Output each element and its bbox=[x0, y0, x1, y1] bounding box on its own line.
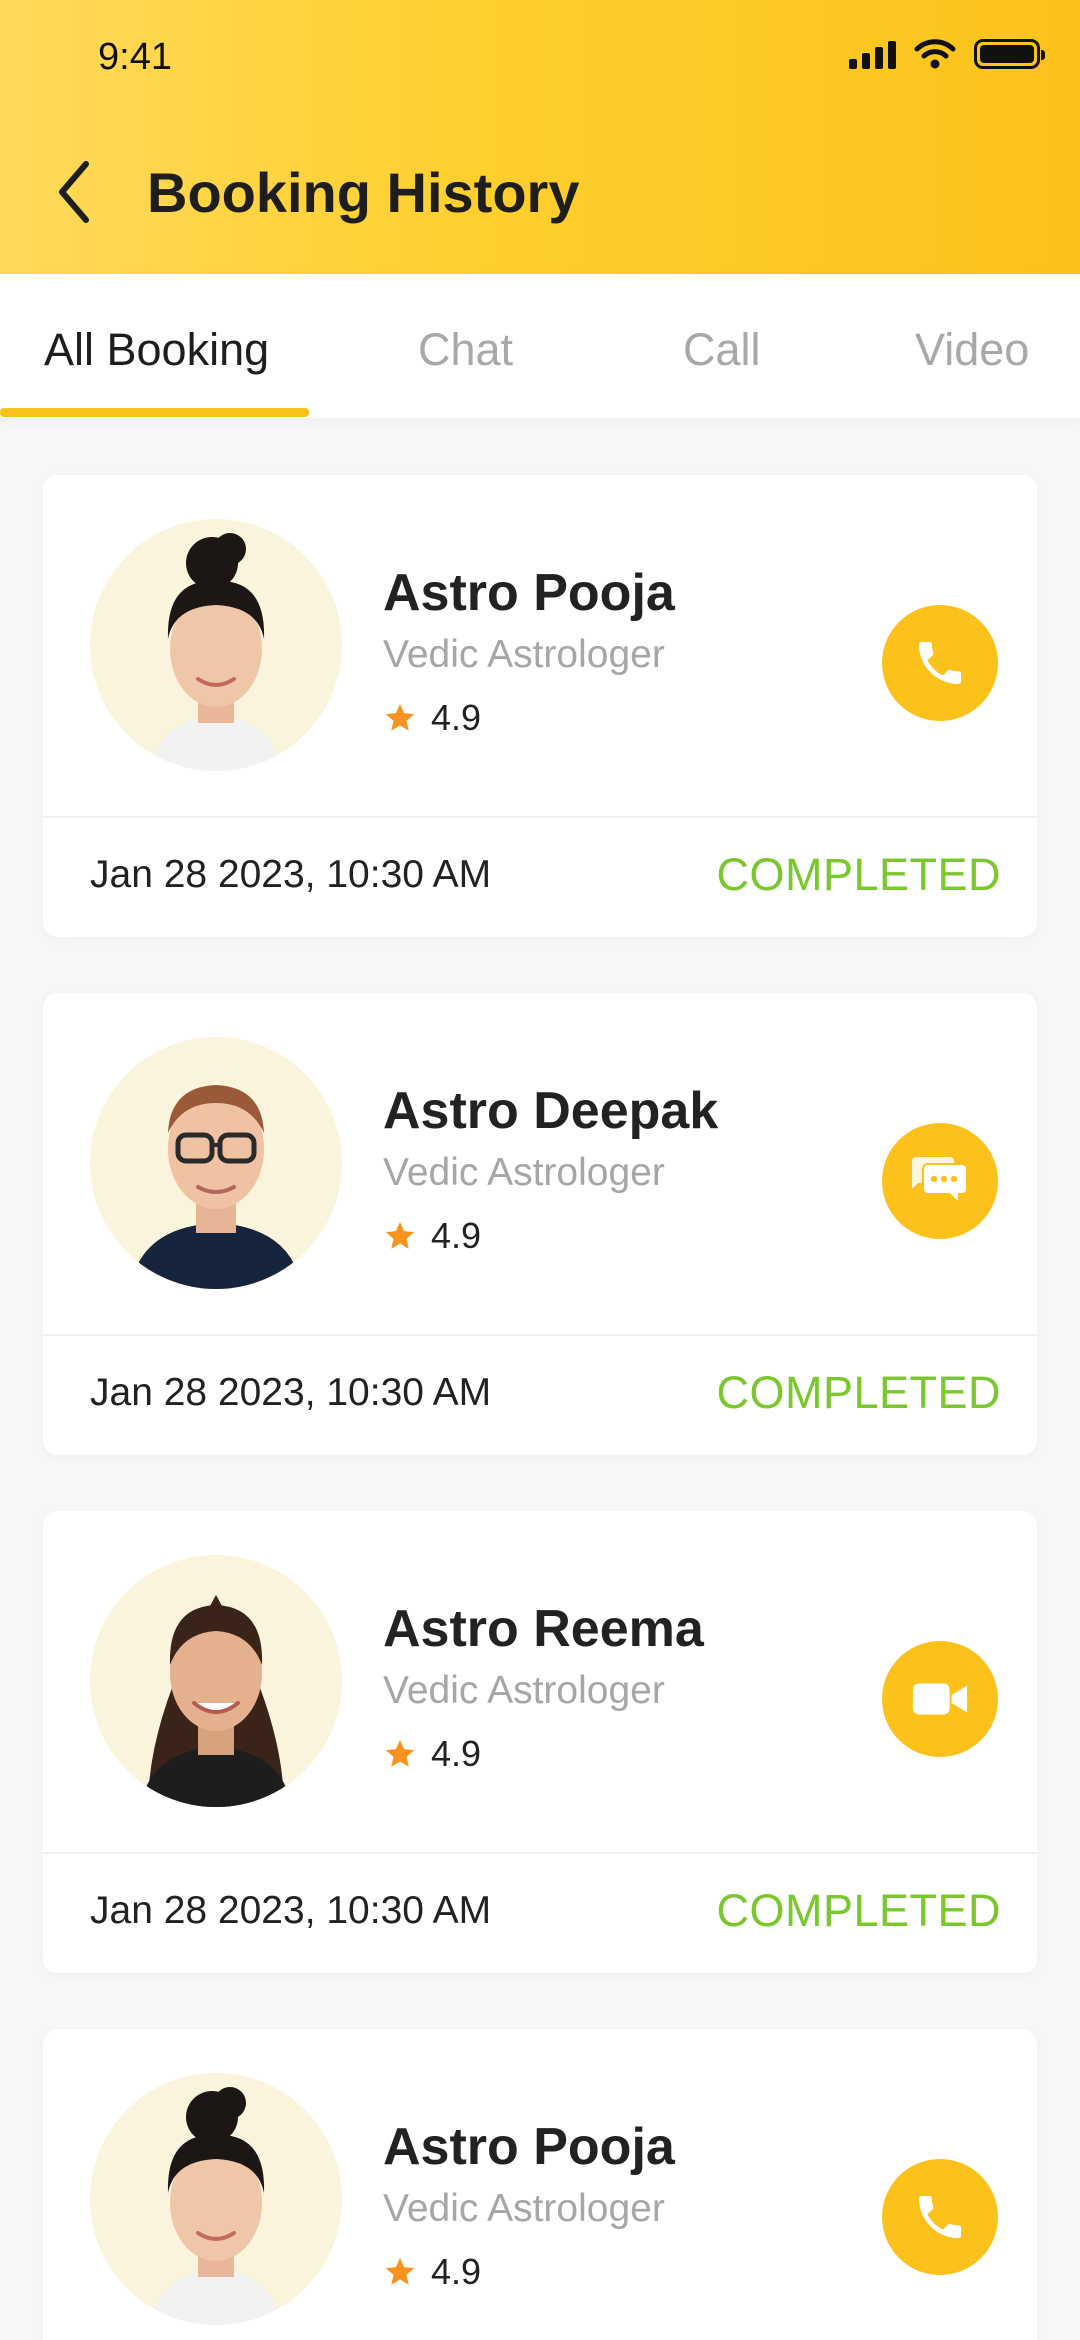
astrologer-name: Astro Deepak bbox=[383, 1082, 719, 1140]
rating: 4.9 bbox=[383, 2251, 481, 2293]
rating: 4.9 bbox=[383, 1733, 481, 1775]
divider bbox=[43, 1334, 1037, 1336]
rating-value: 4.9 bbox=[431, 2251, 482, 2292]
video-call-button[interactable] bbox=[882, 1641, 998, 1757]
astrologer-name: Astro Pooja bbox=[383, 564, 675, 622]
status-badge: COMPLETED bbox=[716, 1885, 1001, 1936]
booking-card[interactable]: Astro Pooja Vedic Astrologer 4.9 Jan 28 … bbox=[43, 475, 1037, 937]
divider bbox=[43, 1852, 1037, 1854]
astrologer-name: Astro Pooja bbox=[383, 2118, 675, 2176]
rating-value: 4.9 bbox=[431, 1215, 482, 1256]
astrologer-name: Astro Reema bbox=[383, 1600, 704, 1658]
tab-all-booking[interactable]: All Booking bbox=[44, 324, 269, 376]
avatar bbox=[90, 1037, 342, 1289]
status-badge: COMPLETED bbox=[716, 1367, 1001, 1418]
chat-button[interactable] bbox=[882, 1123, 998, 1239]
booking-date: Jan 28 2023, 10:30 AM bbox=[90, 853, 492, 896]
call-button[interactable] bbox=[882, 605, 998, 721]
rating-value: 4.9 bbox=[431, 697, 482, 738]
star-icon bbox=[385, 1739, 415, 1767]
rating: 4.9 bbox=[383, 1215, 481, 1257]
booking-date: Jan 28 2023, 10:30 AM bbox=[90, 1889, 492, 1932]
status-icons bbox=[849, 38, 1045, 70]
avatar bbox=[90, 2073, 342, 2325]
signal-icon bbox=[849, 39, 896, 69]
chat-icon bbox=[912, 1157, 966, 1201]
tab-chat[interactable]: Chat bbox=[418, 324, 513, 376]
astrologer-role: Vedic Astrologer bbox=[383, 633, 665, 676]
call-button[interactable] bbox=[882, 2159, 998, 2275]
battery-icon bbox=[974, 39, 1045, 69]
back-button[interactable] bbox=[44, 152, 104, 232]
rating: 4.9 bbox=[383, 697, 481, 739]
status-time: 9:41 bbox=[98, 36, 172, 78]
active-tab-indicator bbox=[0, 408, 309, 417]
astrologer-role: Vedic Astrologer bbox=[383, 1669, 665, 1712]
avatar bbox=[90, 519, 342, 771]
tab-bar: All Booking Chat Call Video bbox=[0, 274, 1080, 418]
avatar bbox=[90, 1555, 342, 1807]
status-badge: COMPLETED bbox=[716, 849, 1001, 900]
tab-video[interactable]: Video bbox=[915, 324, 1029, 376]
astrologer-role: Vedic Astrologer bbox=[383, 1151, 665, 1194]
booking-card[interactable]: Astro Pooja Vedic Astrologer 4.9 bbox=[43, 2029, 1037, 2340]
star-icon bbox=[385, 703, 415, 731]
tab-call[interactable]: Call bbox=[683, 324, 761, 376]
star-icon bbox=[385, 1221, 415, 1249]
booking-date: Jan 28 2023, 10:30 AM bbox=[90, 1371, 492, 1414]
page-title: Booking History bbox=[147, 161, 580, 224]
video-icon bbox=[912, 1683, 968, 1715]
chevron-left-icon bbox=[59, 161, 89, 223]
star-icon bbox=[385, 2257, 415, 2285]
divider bbox=[43, 816, 1037, 818]
app-header: 9:41 Booking History bbox=[0, 0, 1080, 274]
rating-value: 4.9 bbox=[431, 1733, 482, 1774]
phone-icon bbox=[919, 2196, 961, 2238]
booking-card[interactable]: Astro Deepak Vedic Astrologer 4.9 Jan 28… bbox=[43, 993, 1037, 1455]
booking-card[interactable]: Astro Reema Vedic Astrologer 4.9 Jan 28 … bbox=[43, 1511, 1037, 1973]
phone-icon bbox=[919, 642, 961, 684]
wifi-icon bbox=[914, 39, 956, 69]
astrologer-role: Vedic Astrologer bbox=[383, 2187, 665, 2230]
